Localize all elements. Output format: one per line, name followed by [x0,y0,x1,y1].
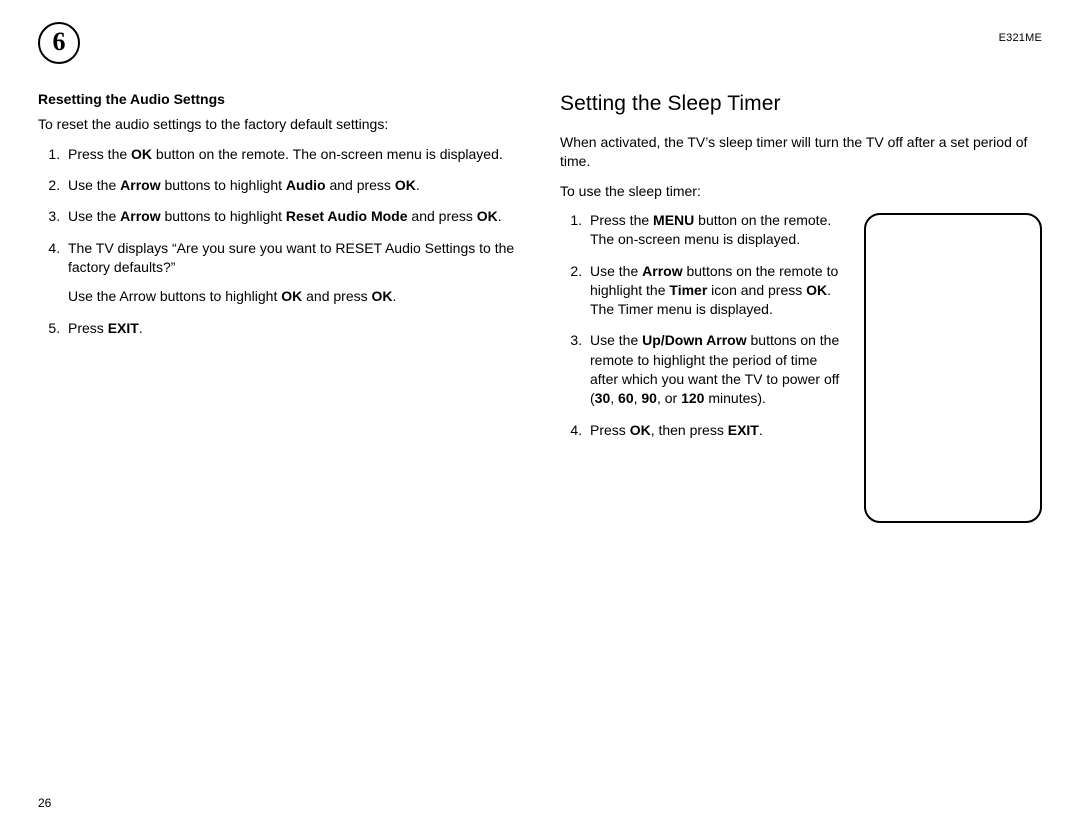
left-column: Resetting the Audio Settngs To reset the… [38,90,520,523]
right-step-2: Use the Arrow buttons on the remote to h… [586,262,846,320]
model-code: E321ME [999,32,1042,44]
left-step-3: Use the Arrow buttons to highlight Reset… [64,207,520,226]
content-columns: Resetting the Audio Settngs To reset the… [38,90,1042,523]
left-steps: Press the OK button on the remote. The o… [38,145,520,338]
manual-page: 6 E321ME Resetting the Audio Settngs To … [0,0,1080,834]
left-step-5: Press EXIT. [64,319,520,338]
left-subhead: Resetting the Audio Settngs [38,90,520,109]
chapter-badge: 6 [38,22,80,64]
right-step-4: Press OK, then press EXIT. [586,421,846,440]
right-section-title: Setting the Sleep Timer [560,90,1042,119]
right-lead: To use the sleep timer: [560,182,1042,201]
left-intro: To reset the audio settings to the facto… [38,115,520,134]
chapter-number: 6 [53,29,66,55]
right-step-text: Press the MENU button on the remote. The… [560,211,846,452]
left-step-4-sub: Use the Arrow buttons to highlight OK an… [68,287,520,306]
right-steps: Press the MENU button on the remote. The… [560,211,846,440]
right-step-3: Use the Up/Down Arrow buttons on the rem… [586,331,846,408]
right-intro: When activated, the TV’s sleep timer wil… [560,133,1042,172]
left-step-1: Press the OK button on the remote. The o… [64,145,520,164]
right-row: Press the MENU button on the remote. The… [560,211,1042,523]
screen-illustration-placeholder [864,213,1042,523]
right-step-1: Press the MENU button on the remote. The… [586,211,846,250]
left-step-4: The TV displays “Are you sure you want t… [64,239,520,307]
right-column: Setting the Sleep Timer When activated, … [560,90,1042,523]
left-step-2: Use the Arrow buttons to highlight Audio… [64,176,520,195]
page-number: 26 [38,796,51,810]
page-header: 6 E321ME [38,28,1042,72]
